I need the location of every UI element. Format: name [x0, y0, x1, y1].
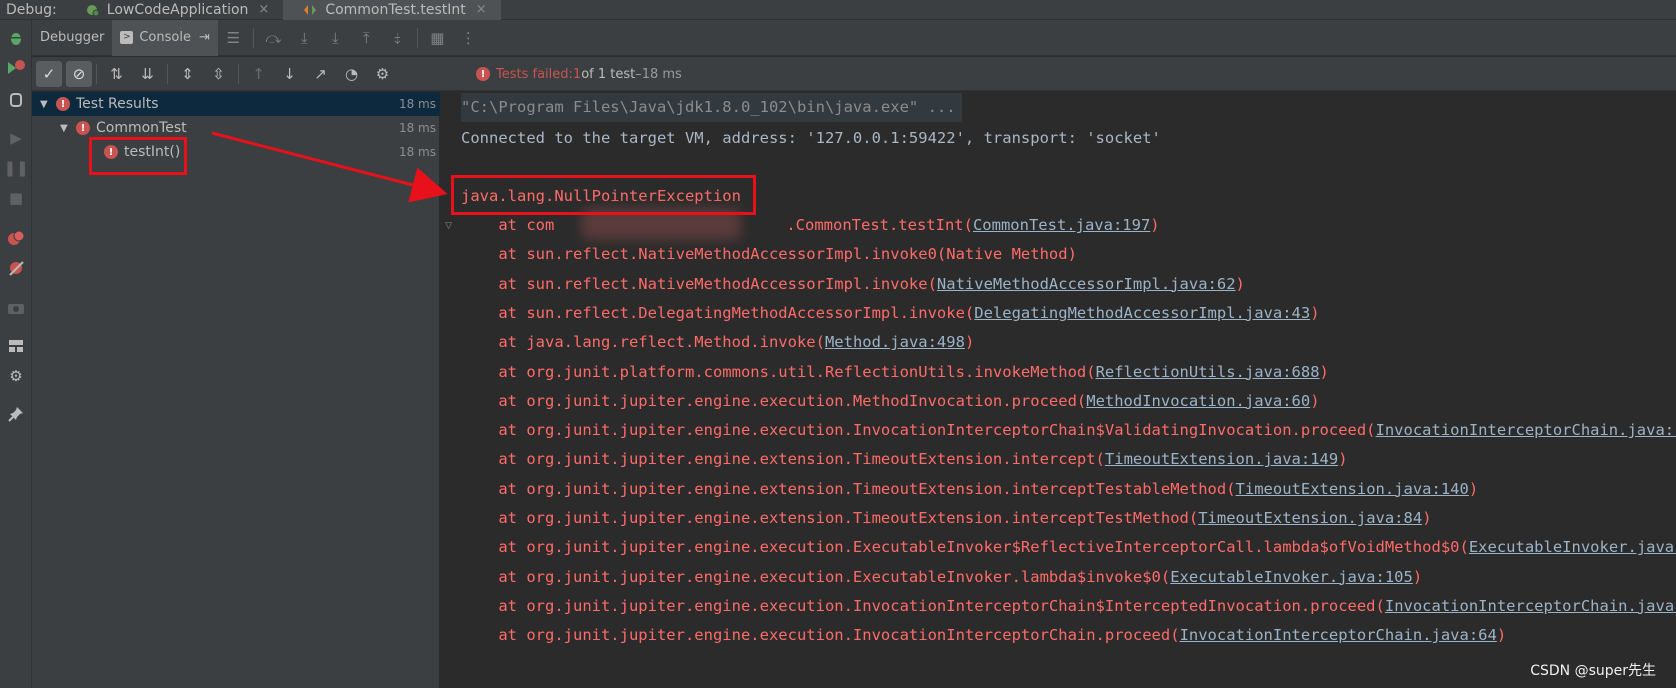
watermark: CSDN @super先生 — [1530, 663, 1656, 679]
annotation-arrow — [211, 131, 448, 203]
